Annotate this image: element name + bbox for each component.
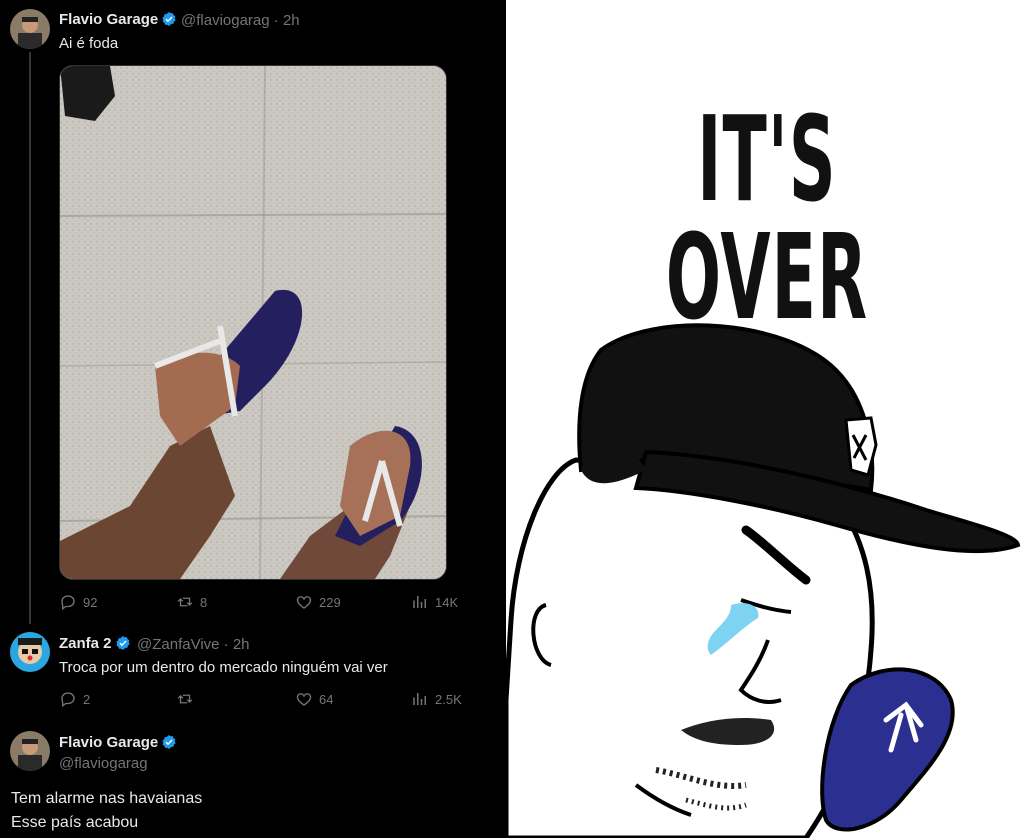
timestamp[interactable]: · 2h	[274, 12, 300, 29]
twitter-thread-panel: Flavio Garage @flaviogarag · 2h Ai é fod…	[0, 0, 506, 838]
like-button[interactable]: 64	[295, 690, 333, 708]
heart-icon	[296, 693, 312, 706]
tweet-text: Troca por um dentro do mercado ninguém v…	[59, 659, 388, 676]
tweet-text-line-1: Tem alarme nas havaianas	[11, 790, 203, 807]
retweet-icon	[177, 694, 193, 704]
reply-icon	[61, 692, 75, 708]
heart-icon	[296, 596, 312, 609]
reply-icon	[61, 595, 75, 611]
tweet-text-line-2: Esse país acabou	[11, 814, 139, 831]
author-handle[interactable]: @ZanfaVive · 2h	[137, 636, 250, 653]
verified-badge-icon	[115, 636, 130, 650]
retweet-icon	[177, 597, 193, 607]
thread-line	[29, 52, 31, 624]
tweet-image[interactable]	[59, 65, 447, 580]
avatar[interactable]	[10, 632, 50, 672]
like-button[interactable]: 229	[295, 593, 341, 611]
crying-wojak-illustration	[506, 323, 1021, 838]
retweet-button[interactable]: 8	[176, 593, 207, 611]
verified-badge-icon	[162, 12, 176, 26]
views-button[interactable]: 14K	[411, 593, 458, 611]
author-name[interactable]: Flavio Garage	[59, 734, 177, 751]
avatar[interactable]	[10, 9, 50, 49]
verified-badge-icon	[162, 735, 176, 749]
reply-button[interactable]: 92	[59, 593, 97, 611]
author-handle[interactable]: @flaviogarag · 2h	[181, 12, 300, 29]
reply-button[interactable]: 2	[59, 690, 90, 708]
retweet-button[interactable]	[176, 690, 200, 708]
author-handle[interactable]: @flaviogarag	[59, 755, 148, 772]
meme-panel: IT'S OVER	[506, 0, 1028, 838]
tweet-text: Ai é foda	[59, 35, 119, 52]
timestamp[interactable]: · 2h	[224, 636, 250, 653]
author-name[interactable]: Zanfa 2	[59, 635, 131, 652]
avatar[interactable]	[10, 731, 50, 771]
author-name[interactable]: Flavio Garage	[59, 11, 177, 28]
views-button[interactable]: 2.5K	[411, 690, 462, 708]
views-icon	[413, 596, 426, 608]
views-icon	[413, 693, 426, 705]
